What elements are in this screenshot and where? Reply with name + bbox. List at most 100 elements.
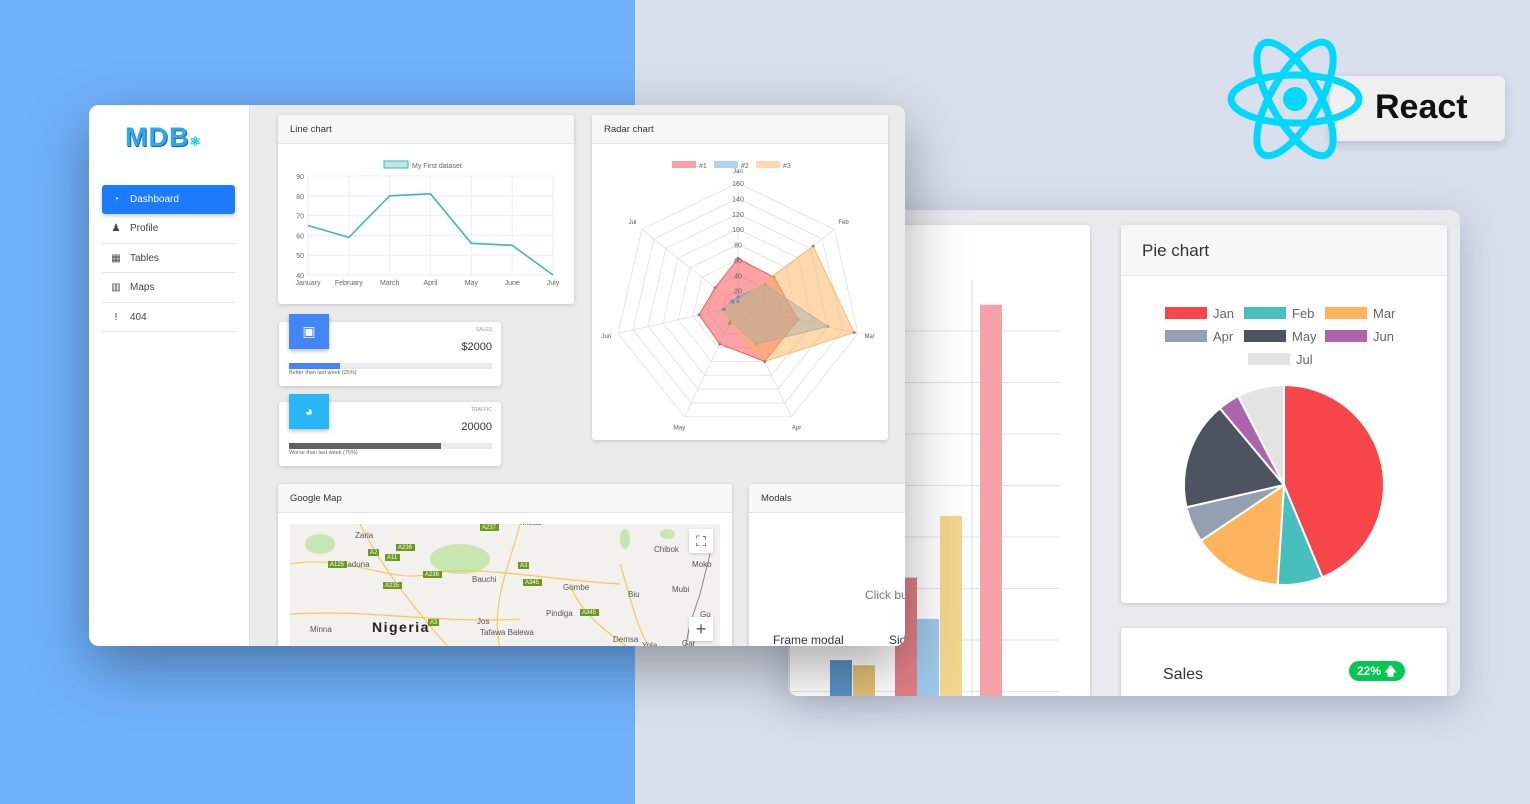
y-tick-label: 40	[296, 273, 304, 280]
road	[619, 563, 650, 646]
zoom-in-button[interactable]: +	[689, 617, 713, 641]
road-label: A125	[330, 562, 345, 568]
radar-chart-card: Radar chart #1 #2 #3 Jan Feb Mar Apr May Jun Jul 2…	[592, 115, 888, 440]
legend-swatch	[1325, 330, 1367, 342]
front-dashboard-window: MDB⚛ ◔ Dashboard ♟ Profile ▦ Tables ▥ Maps! 404 …	[89, 105, 905, 646]
road-label: A2	[370, 550, 378, 556]
map-city-label: Minna	[310, 625, 332, 634]
legend-label: Apr	[1213, 329, 1234, 344]
legend-swatch	[756, 161, 780, 168]
legend-label: Feb	[1292, 306, 1314, 321]
stat-label: TRAFFIC	[470, 407, 492, 413]
map[interactable]: ZariaKadunaBauchiGombeBiuJosMinnaPindiga…	[290, 524, 720, 646]
road-label: A236	[398, 545, 413, 551]
map-country-label: Nigeria	[372, 619, 430, 635]
road-label: A235	[385, 583, 400, 589]
legend-swatch	[383, 160, 409, 169]
table-icon: ▦	[111, 252, 121, 264]
map-city-label: Biu	[628, 590, 640, 599]
radar-point	[852, 331, 856, 335]
fullscreen-button[interactable]: ⛶	[689, 529, 713, 553]
side-modal-button[interactable]: Sid	[889, 633, 905, 646]
stat-note: Worse than last week (75%)	[289, 450, 358, 456]
x-tick-label: June	[505, 280, 520, 287]
park-area	[430, 544, 490, 574]
react-logo-icon	[1227, 38, 1363, 160]
map-city-label: Pindiga	[546, 609, 573, 618]
map-city-label: Bauchi	[472, 575, 497, 584]
map-city-label: Chibok	[654, 545, 680, 554]
pie-card-title: Pie chart	[1121, 225, 1447, 276]
map-city-label: Mubi	[672, 585, 690, 594]
radar-tick-label: 20	[734, 289, 742, 296]
legend-label: #3	[783, 163, 791, 170]
stat-card-sales: ▣ SALES $2000 Better than last week (25%…	[279, 314, 501, 386]
pie-chart: Jan Feb Mar Apr May Jun Jul	[1165, 306, 1396, 586]
x-tick-label: March	[380, 280, 400, 287]
sales-badge: 22% 🡅	[1349, 661, 1405, 681]
map-city-label: Yola	[642, 641, 658, 646]
road-label: A11	[387, 555, 398, 561]
radar-tick-label: 140	[732, 196, 744, 203]
stat-value: 20000	[461, 421, 492, 433]
radar-tick-label: 60	[734, 258, 742, 265]
radar-point	[718, 342, 722, 346]
sidebar-item-label: 404	[130, 311, 147, 323]
sidebar-item-tables[interactable]: ▦ Tables	[102, 244, 235, 273]
radar-point	[697, 313, 701, 317]
sales-card: Sales 22% 🡅	[1121, 628, 1447, 696]
money-icon: ▣	[289, 314, 329, 349]
pie-chart-icon: ◕	[289, 394, 329, 429]
radar-axis-label: Jan	[733, 169, 743, 175]
sidebar-item-label: Profile	[130, 223, 159, 234]
bar	[917, 618, 939, 696]
park-area	[660, 529, 675, 539]
modals-card: Modals Click bu Frame modal Sid	[749, 484, 905, 646]
pie-chart-card: Pie chart Jan Feb Mar Apr May Jun Jul	[1121, 225, 1447, 603]
map-city-label: Misau	[520, 524, 541, 527]
x-tick-label: April	[423, 280, 437, 287]
map-city-label: Demsa	[613, 635, 639, 644]
radar-point	[736, 299, 740, 303]
map-card-title: Google Map	[278, 484, 732, 513]
road-label: A3	[520, 563, 528, 569]
exclamation-icon: !	[114, 311, 118, 323]
radar-chart: #1 #2 #3JanFebMarAprMayJunJul2040608010012…	[602, 161, 875, 432]
sidebar-item-404[interactable]: ! 404	[102, 303, 235, 332]
road-label: A236	[425, 572, 440, 578]
sidebar-item-dashboard[interactable]: ◔ Dashboard	[102, 185, 235, 214]
sales-title: Sales	[1163, 666, 1204, 683]
road-label: A345	[525, 580, 540, 586]
legend-swatch	[1244, 330, 1286, 342]
legend-swatch	[672, 161, 696, 168]
radar-tick-label: 100	[732, 227, 744, 234]
radar-axis-label: Feb	[838, 220, 849, 226]
road-label: A345	[582, 610, 597, 616]
y-tick-label: 50	[296, 253, 304, 260]
progress-bar	[289, 363, 492, 369]
legend-swatch	[1165, 307, 1207, 319]
radar-point	[736, 295, 740, 299]
x-tick-label: July	[547, 280, 560, 287]
pie-chart-icon: ◔	[112, 194, 120, 205]
legend-label: #1	[699, 163, 707, 170]
sidebar-item-maps[interactable]: ▥ Maps	[102, 274, 235, 303]
y-tick-label: 90	[296, 174, 304, 181]
bar	[853, 665, 875, 696]
x-tick-label: May	[465, 280, 479, 287]
radar-tick-label: 40	[734, 273, 742, 280]
frame-modal-button[interactable]: Frame modal	[773, 633, 844, 646]
park-area	[620, 529, 630, 549]
react-label: React	[1375, 88, 1468, 126]
sidebar-item-profile[interactable]: ♟ Profile	[102, 215, 235, 244]
radar-point	[763, 359, 767, 363]
legend-label: May	[1292, 329, 1317, 344]
line-chart-card: Line chart My First dataset 40 50 60 70 80 90 J…	[278, 115, 574, 304]
x-tick-label: January	[296, 280, 321, 287]
legend-label: My First dataset	[412, 163, 462, 170]
bar	[980, 304, 1002, 696]
radar-axis-label: Jul	[629, 220, 637, 226]
legend-swatch	[1325, 307, 1367, 319]
legend-swatch	[1244, 307, 1286, 319]
line-chart: My First dataset 40 50 60 70 80 90 January Febru…	[296, 160, 560, 287]
